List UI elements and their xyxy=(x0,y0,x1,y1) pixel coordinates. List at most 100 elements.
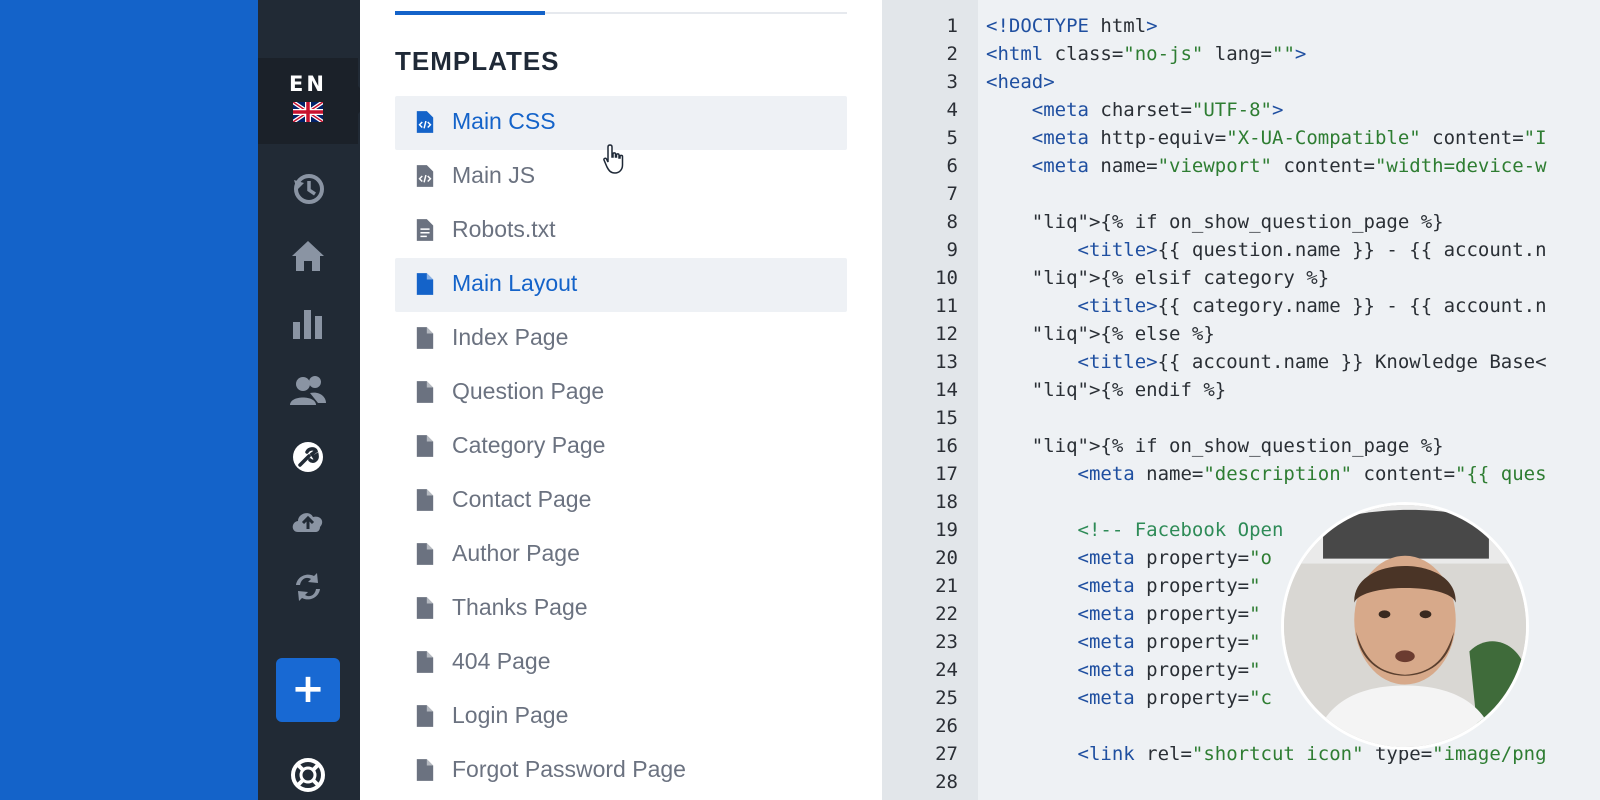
line-number: 3 xyxy=(946,71,958,93)
templates-title: TEMPLATES xyxy=(395,46,560,76)
code-text: <meta property=" xyxy=(1077,575,1261,597)
code-line: 17 <meta name="description" content="{{ … xyxy=(882,460,1600,488)
code-line: 2 <html class="no-js" lang=""> xyxy=(882,40,1600,68)
text-file-icon xyxy=(416,219,434,241)
template-item-label: Index Page xyxy=(452,324,569,350)
line-number: 15 xyxy=(935,407,958,429)
template-item-main-layout[interactable]: Main Layout xyxy=(395,258,847,312)
file-icon xyxy=(416,435,434,457)
code-text: <!DOCTYPE html> xyxy=(986,15,1158,37)
template-item-label: Robots.txt xyxy=(452,216,556,242)
code-file-icon xyxy=(416,111,434,133)
add-button[interactable]: + xyxy=(276,658,340,722)
template-item-question-page[interactable]: Question Page xyxy=(395,366,847,420)
line-number: 2 xyxy=(946,43,958,65)
history-icon[interactable] xyxy=(288,168,328,208)
line-number: 9 xyxy=(946,239,958,261)
code-text: <meta property="o xyxy=(1077,547,1272,569)
file-icon xyxy=(416,759,434,781)
users-icon[interactable] xyxy=(288,371,328,411)
code-text: "liq">{% elsif category %} xyxy=(1031,267,1330,289)
file-icon xyxy=(416,705,434,727)
home-icon[interactable] xyxy=(288,236,328,276)
line-number: 21 xyxy=(935,575,958,597)
stats-icon[interactable] xyxy=(288,304,328,344)
code-text: <meta name="description" content="{{ que… xyxy=(1077,463,1547,485)
code-text: <html class="no-js" lang=""> xyxy=(986,43,1307,65)
file-icon xyxy=(416,489,434,511)
line-number: 11 xyxy=(935,295,958,317)
line-number: 5 xyxy=(946,127,958,149)
code-line: 26 xyxy=(882,712,1600,740)
code-line: 14 "liq">{% endif %} xyxy=(882,376,1600,404)
sync-icon[interactable] xyxy=(288,567,328,607)
code-text: "liq">{% endif %} xyxy=(1031,379,1227,401)
line-number: 16 xyxy=(935,435,958,457)
code-text: <title>{{ category.name }} - {{ account.… xyxy=(1077,295,1547,317)
code-text: <meta property=" xyxy=(1077,659,1261,681)
code-text: "liq">{% else %} xyxy=(1031,323,1215,345)
code-line: 18 xyxy=(882,488,1600,516)
line-number: 6 xyxy=(946,155,958,177)
line-number: 4 xyxy=(946,99,958,121)
code-line: 13 <title>{{ account.name }} Knowledge B… xyxy=(882,348,1600,376)
cloud-upload-icon[interactable] xyxy=(288,500,328,540)
code-text: "liq">{% if on_show_question_page %} xyxy=(1031,211,1444,233)
code-line: 1 <!DOCTYPE html> xyxy=(882,12,1600,40)
code-text: <meta property=" xyxy=(1077,631,1261,653)
template-item-label: Main Layout xyxy=(452,270,578,296)
language-code: EN xyxy=(289,72,327,96)
template-item-index-page[interactable]: Index Page xyxy=(395,312,847,366)
uk-flag-icon xyxy=(293,102,323,122)
template-item-forgot-password-page[interactable]: Forgot Password Page xyxy=(395,744,847,798)
line-number: 7 xyxy=(946,183,958,205)
template-item-404-page[interactable]: 404 Page xyxy=(395,636,847,690)
code-text: <meta name="viewport" content="width=dev… xyxy=(1031,155,1547,177)
template-item-label: Question Page xyxy=(452,378,605,404)
template-item-contact-page[interactable]: Contact Page xyxy=(395,474,847,528)
code-text: <meta property=" xyxy=(1077,603,1261,625)
active-tab-indicator xyxy=(395,11,545,15)
template-item-thanks-page[interactable]: Thanks Page xyxy=(395,582,847,636)
code-text: <!-- Facebook Open xyxy=(986,519,1295,541)
code-file-icon xyxy=(416,165,434,187)
hand-cursor-icon xyxy=(603,144,624,174)
line-number: 12 xyxy=(935,323,958,345)
file-icon xyxy=(416,597,434,619)
line-number: 26 xyxy=(935,715,958,737)
template-item-main-css[interactable]: Main CSS xyxy=(395,96,847,150)
line-number: 8 xyxy=(946,211,958,233)
template-item-label: Category Page xyxy=(452,432,606,458)
template-item-label: Main CSS xyxy=(452,108,556,134)
code-line: 6 <meta name="viewport" content="width=d… xyxy=(882,152,1600,180)
code-line: 11 <title>{{ category.name }} - {{ accou… xyxy=(882,292,1600,320)
help-lifebuoy-icon[interactable] xyxy=(288,755,328,795)
template-item-author-page[interactable]: Author Page xyxy=(395,528,847,582)
line-number: 14 xyxy=(935,379,958,401)
code-line: 16 "liq">{% if on_show_question_page %} xyxy=(882,432,1600,460)
code-text: <meta property="c xyxy=(1077,687,1272,709)
customize-wrench-icon[interactable] xyxy=(288,437,328,477)
templates-list: Main CSS Main JS Robots.txt Main Layout Inde… xyxy=(395,96,847,798)
line-number: 18 xyxy=(935,491,958,513)
line-number: 17 xyxy=(935,463,958,485)
code-text: <meta charset="UTF-8"> xyxy=(1031,99,1284,121)
file-icon xyxy=(416,381,434,403)
line-number: 13 xyxy=(935,351,958,373)
template-item-category-page[interactable]: Category Page xyxy=(395,420,847,474)
code-line: 28 xyxy=(882,768,1600,796)
code-line: 10 "liq">{% elsif category %} xyxy=(882,264,1600,292)
file-icon xyxy=(416,273,434,295)
template-item-label: Contact Page xyxy=(452,486,592,512)
code-line: 27 <link rel="shortcut icon" type="image… xyxy=(882,740,1600,768)
language-selector[interactable]: EN xyxy=(258,58,370,144)
line-number: 23 xyxy=(935,631,958,653)
template-item-login-page[interactable]: Login Page xyxy=(395,690,847,744)
template-item-robots-txt[interactable]: Robots.txt xyxy=(395,204,847,258)
template-item-label: Main JS xyxy=(452,162,536,188)
code-line: 9 <title>{{ question.name }} - {{ accoun… xyxy=(882,236,1600,264)
line-number: 20 xyxy=(935,547,958,569)
code-line: 7 xyxy=(882,180,1600,208)
code-text: <link rel="shortcut icon" type="image/pn… xyxy=(1077,743,1547,765)
webcam-overlay xyxy=(1281,502,1529,750)
